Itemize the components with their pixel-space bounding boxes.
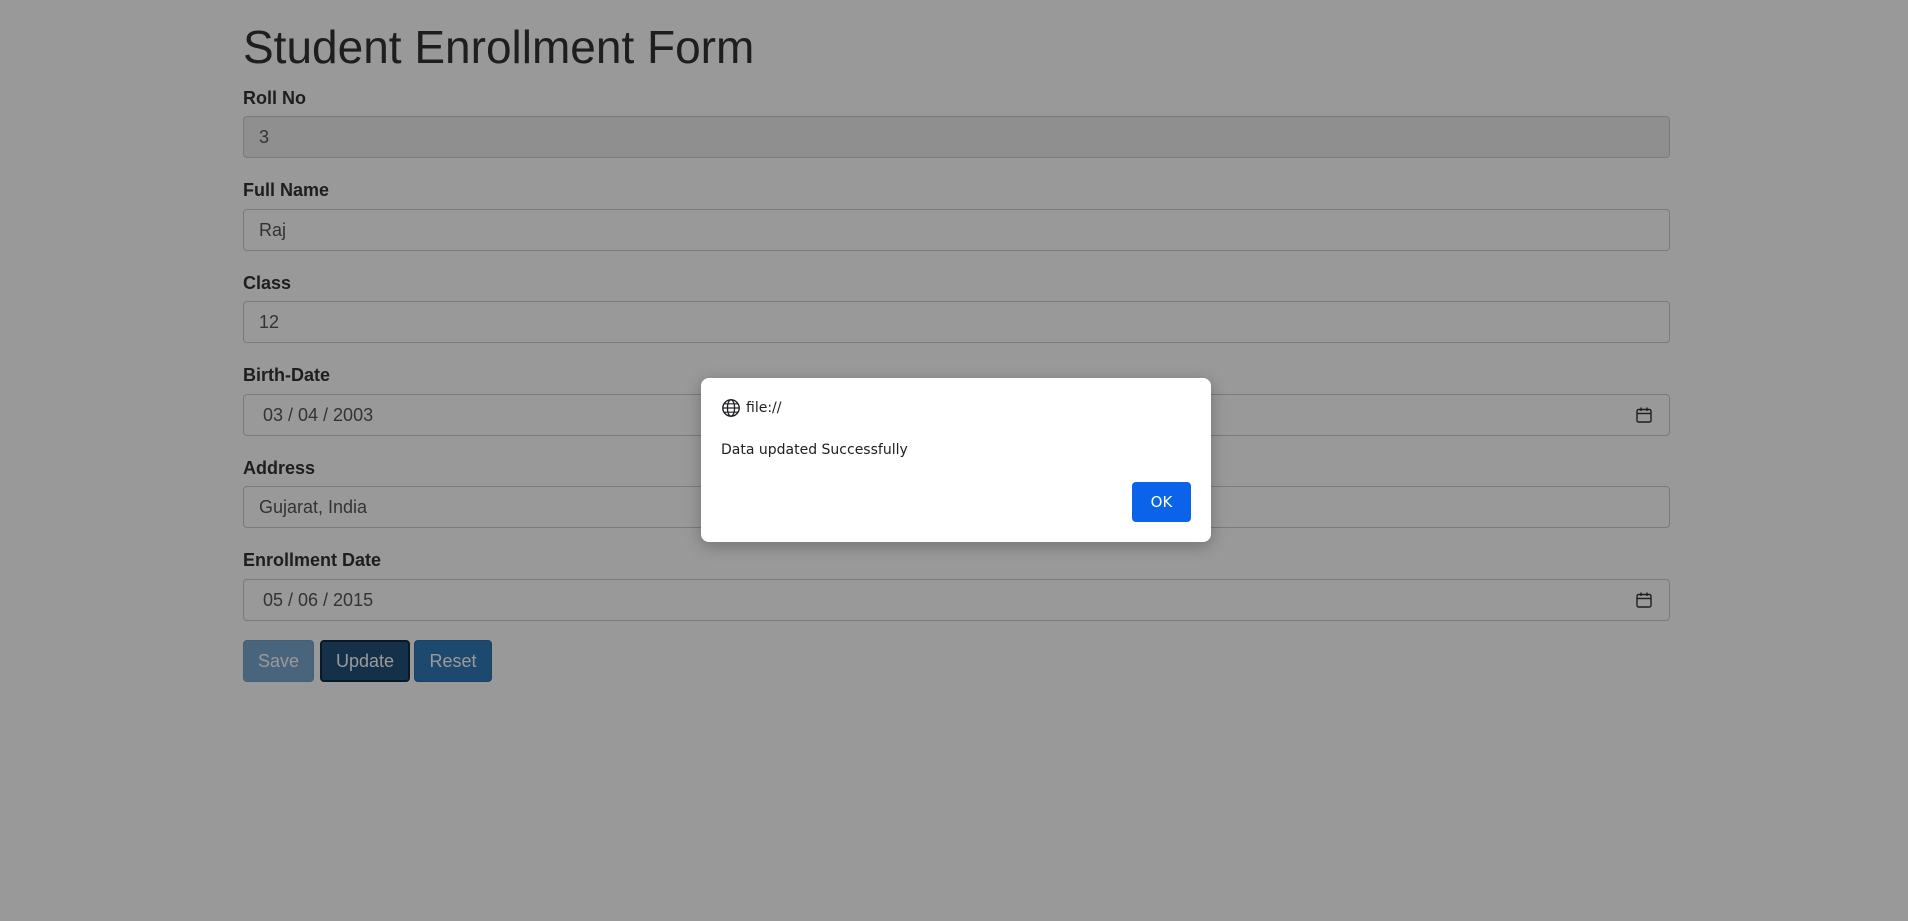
globe-icon xyxy=(722,399,740,417)
ok-button[interactable]: OK xyxy=(1132,482,1191,522)
alert-origin-text: file:// xyxy=(746,400,782,416)
alert-origin: file:// xyxy=(721,398,781,418)
page: Student Enrollment Form Roll No 3 Full N… xyxy=(0,0,1908,921)
alert-message: Data updated Successfully xyxy=(721,442,908,458)
alert-dialog: file:// Data updated Successfully OK xyxy=(701,378,1211,542)
